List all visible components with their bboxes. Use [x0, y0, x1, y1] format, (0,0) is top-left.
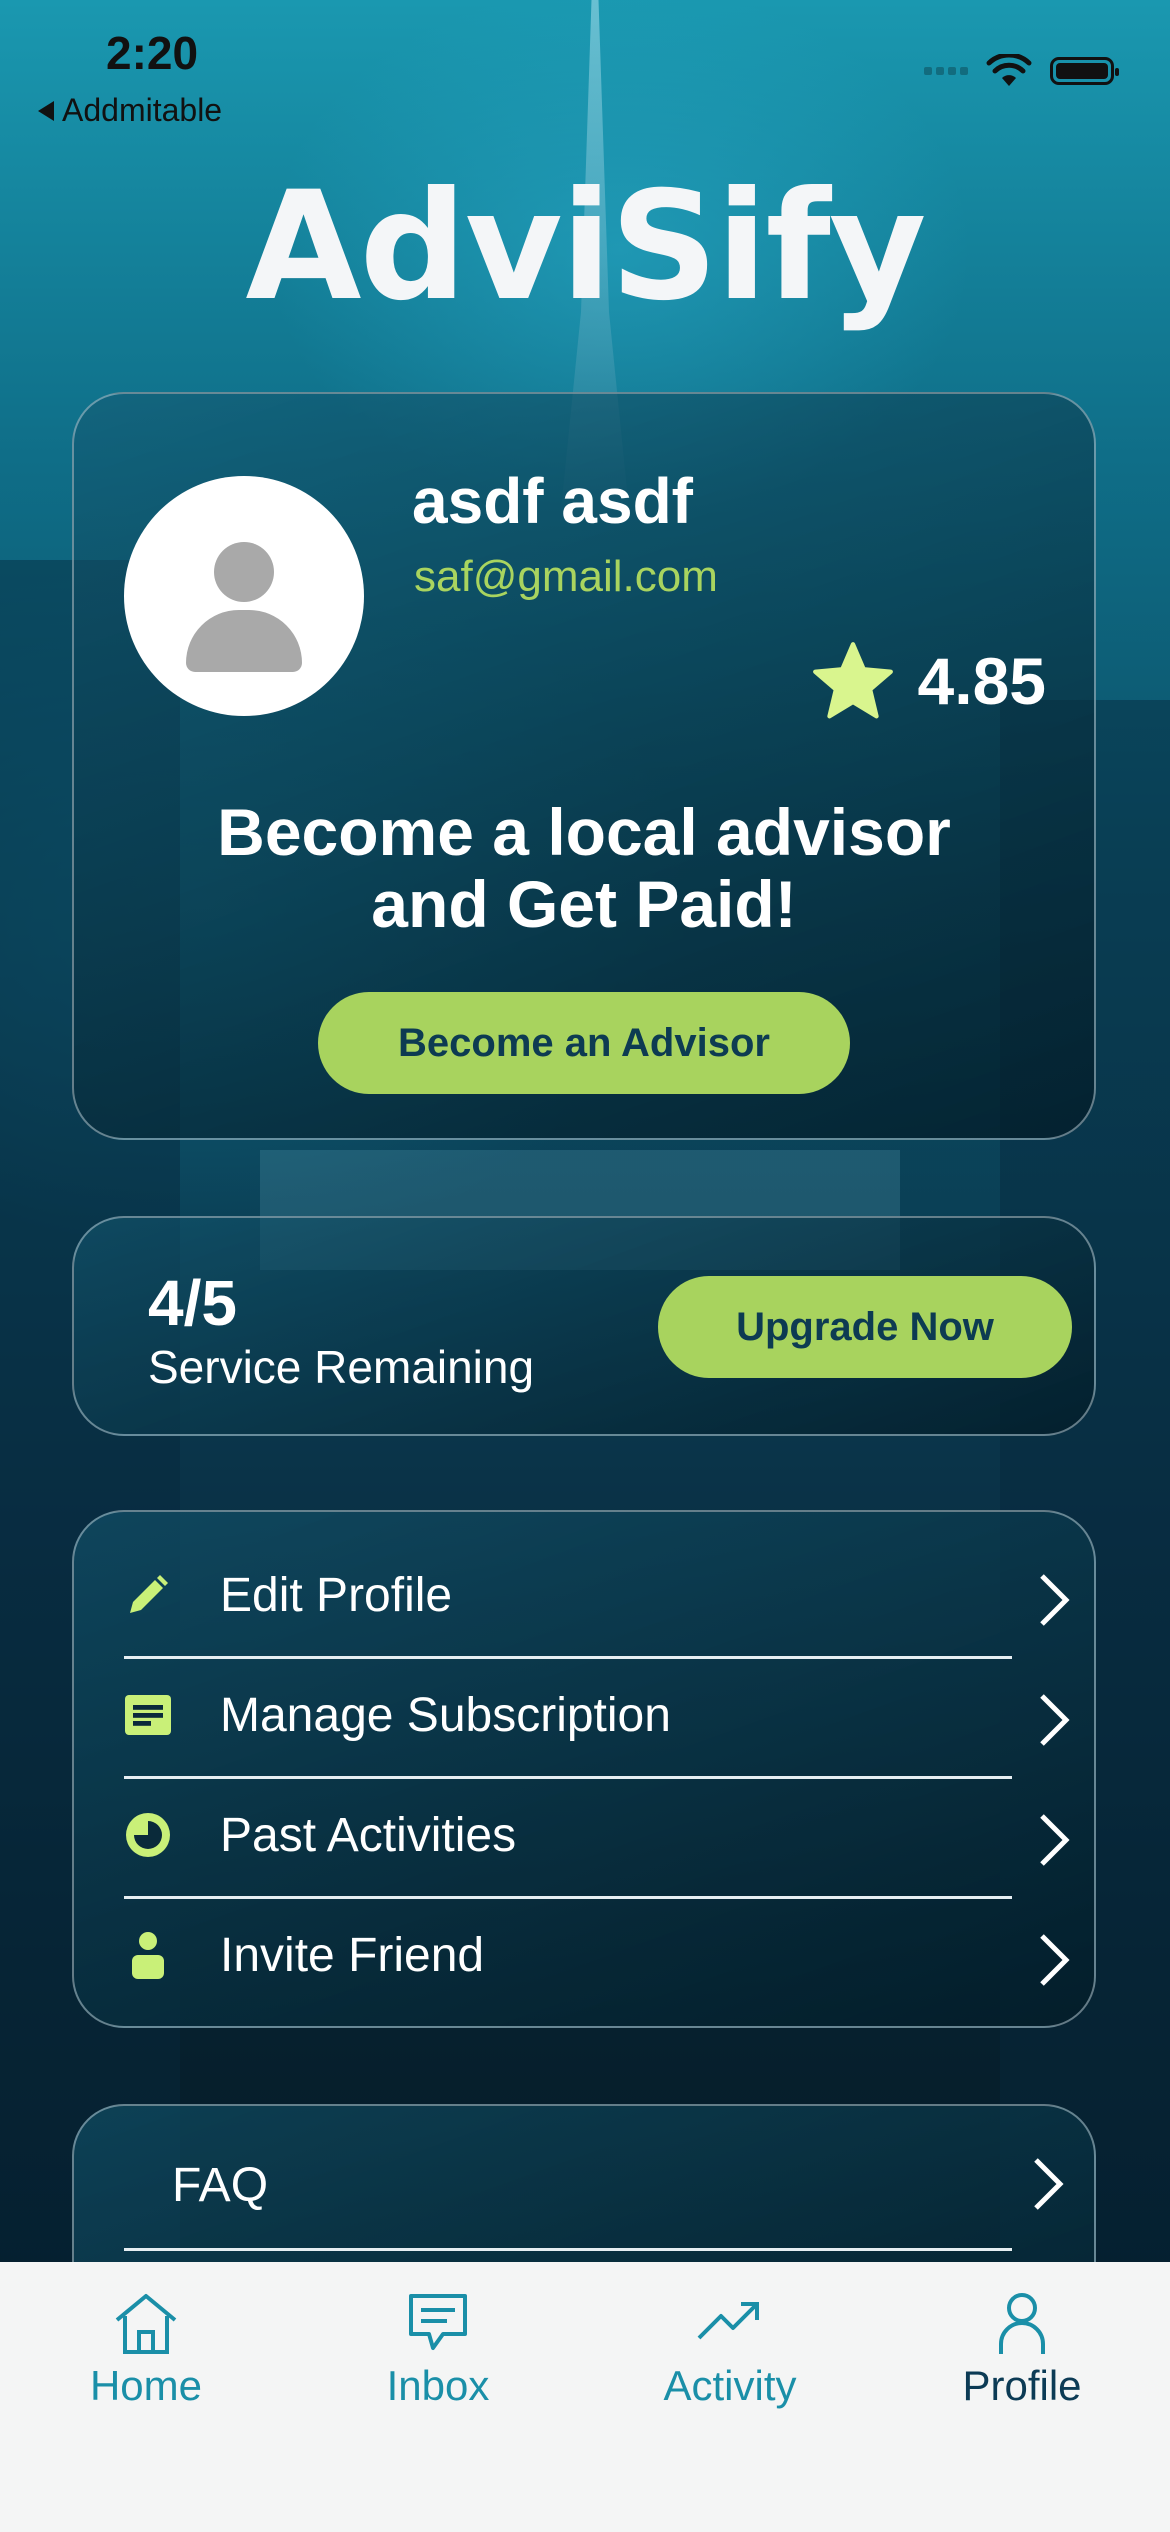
rating-value: 4.85	[917, 644, 1046, 718]
clock-icon	[122, 1809, 174, 1861]
tab-label: Inbox	[386, 2362, 490, 2409]
status-time: 2:20	[106, 27, 199, 79]
back-to-app-link[interactable]: Addmitable	[38, 92, 222, 129]
status-icons	[924, 54, 1119, 88]
menu-item-label: Manage Subscription	[220, 1688, 671, 1742]
pencil-icon	[122, 1569, 174, 1621]
wifi-icon	[986, 54, 1032, 86]
person-icon	[122, 1929, 174, 1981]
faq-label: FAQ	[172, 2159, 269, 2212]
tab-inbox[interactable]: Inbox	[328, 2290, 548, 2410]
settings-menu-card: Edit Profile Manage Subscription Past Ac…	[72, 1510, 1096, 2028]
cellular-signal-icon	[924, 67, 968, 75]
profile-card: asdf asdf saf@gmail.com 4.85 Become a lo…	[72, 392, 1096, 1140]
back-triangle-icon	[38, 100, 54, 121]
avatar[interactable]	[124, 476, 364, 716]
promo-line-2: and Get Paid!	[371, 867, 797, 941]
subscription-icon	[122, 1689, 174, 1741]
user-name: asdf asdf	[412, 465, 693, 537]
chat-icon	[409, 2294, 467, 2350]
menu-item-label: Edit Profile	[220, 1568, 453, 1622]
chevron-right-icon	[1040, 1694, 1070, 1746]
tab-label: Profile	[962, 2362, 1082, 2409]
chevron-right-icon	[1040, 1814, 1070, 1866]
avatar-placeholder-head	[214, 542, 274, 602]
app-logo: AdviSify	[245, 160, 926, 334]
star-icon	[812, 642, 893, 719]
become-advisor-button[interactable]: Become an Advisor	[318, 992, 850, 1094]
tab-home[interactable]: Home	[36, 2290, 256, 2410]
menu-item-label: Past Activities	[220, 1808, 517, 1862]
menu-item-label: Invite Friend	[220, 1928, 485, 1982]
avatar-placeholder-body	[186, 610, 302, 672]
back-app-label: Addmitable	[62, 92, 223, 128]
menu-item-invite-friend[interactable]: Invite Friend	[122, 1896, 1070, 2014]
battery-icon	[1050, 57, 1119, 85]
tab-label: Home	[89, 2362, 203, 2409]
person-icon	[999, 2293, 1045, 2354]
tab-activity[interactable]: Activity	[620, 2290, 840, 2410]
service-remaining-card: 4/5 Service Remaining Upgrade Now	[72, 1216, 1096, 1436]
menu-item-edit-profile[interactable]: Edit Profile	[122, 1536, 1070, 1654]
service-count: 4/5	[148, 1267, 237, 1339]
chevron-right-icon	[1034, 2158, 1064, 2210]
menu-item-manage-subscription[interactable]: Manage Subscription	[122, 1656, 1070, 1774]
divider	[124, 2248, 1012, 2251]
home-icon	[115, 2294, 177, 2354]
user-email: saf@gmail.com	[414, 552, 718, 601]
service-remaining-label: Service Remaining	[148, 1341, 535, 1393]
trend-icon	[697, 2302, 759, 2340]
tab-label: Activity	[663, 2362, 797, 2409]
chevron-right-icon	[1040, 1574, 1070, 1626]
tab-bar: Home Inbox Activity Profile	[0, 2262, 1170, 2532]
rating: 4.85	[810, 640, 1046, 722]
menu-item-past-activities[interactable]: Past Activities	[122, 1776, 1070, 1894]
tab-profile[interactable]: Profile	[912, 2290, 1132, 2410]
upgrade-now-button[interactable]: Upgrade Now	[658, 1276, 1072, 1378]
chevron-right-icon	[1040, 1934, 1070, 1986]
promo-line-1: Become a local advisor	[217, 795, 951, 869]
advisor-promo-text: Become a local advisor and Get Paid!	[74, 796, 1094, 940]
